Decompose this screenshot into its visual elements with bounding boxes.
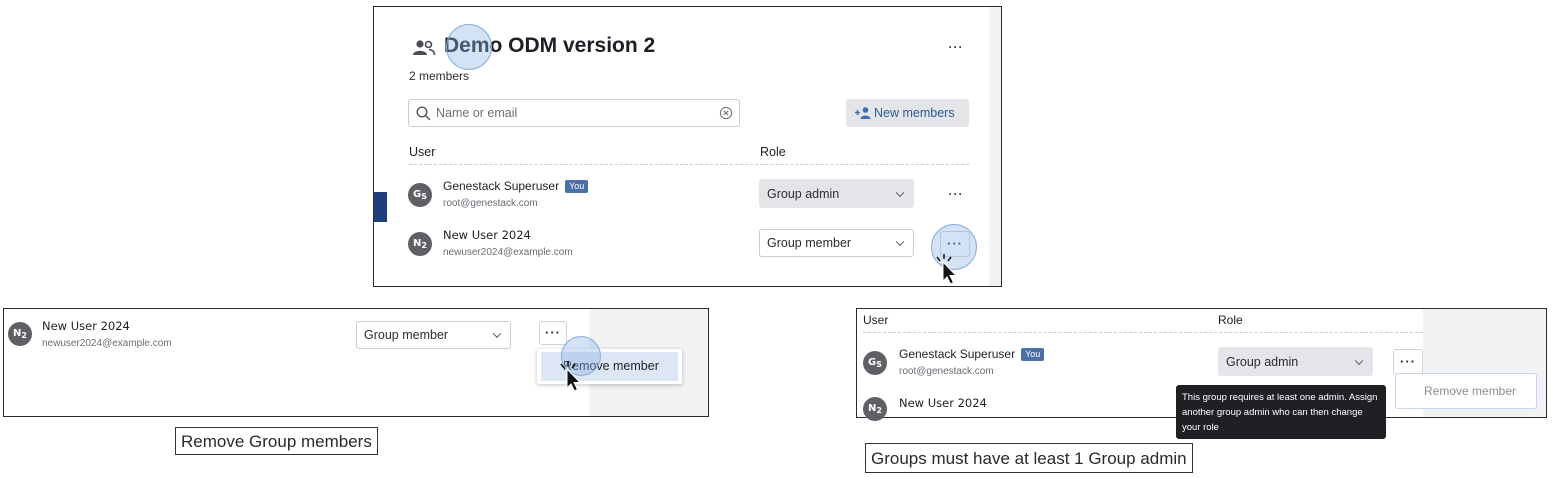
chevron-down-icon	[492, 329, 502, 339]
chevron-down-icon	[895, 188, 905, 197]
sidebar-accent	[374, 192, 387, 222]
avatar: N2	[8, 322, 32, 346]
column-header-user: User	[409, 145, 436, 159]
add-user-icon	[854, 106, 872, 125]
role-select[interactable]: Group admin	[759, 179, 914, 208]
member-count: 2 members	[409, 69, 470, 83]
header-divider	[863, 332, 1423, 333]
remove-member-menu-item[interactable]: Remove member	[1395, 373, 1537, 409]
tooltip-text: This group requires at least one admin. …	[1182, 392, 1378, 433]
member-name: Genestack Superuser You	[443, 179, 589, 193]
panel-right-edge	[989, 7, 1001, 286]
group-more-button[interactable]: ···	[944, 40, 968, 54]
click-highlight	[446, 24, 492, 70]
search-placeholder: Name or email	[436, 106, 518, 120]
admin-required-panel: User Role GS Genestack Superuser You root…	[856, 308, 1547, 439]
member-name: New User 2024	[42, 319, 130, 333]
role-select[interactable]: Group member	[356, 321, 511, 349]
search-input[interactable]: Name or email	[408, 99, 740, 127]
remove-member-panel: N2 New User 2024 newuser2024@example.com…	[3, 308, 709, 417]
column-header-user: User	[863, 313, 889, 327]
avatar: GS	[408, 183, 432, 207]
member-name: New User 2024	[443, 228, 531, 242]
member-name: Genestack Superuser You	[899, 347, 1045, 361]
member-email: newuser2024@example.com	[443, 247, 573, 258]
column-header-role: Role	[1218, 313, 1243, 327]
remove-member-label: Remove member	[1424, 384, 1517, 398]
caption-admin-required: Groups must have at least 1 Group admin	[865, 443, 1193, 473]
row-more-button[interactable]: ···	[539, 321, 567, 345]
search-icon	[416, 106, 431, 126]
chevron-down-icon	[1354, 356, 1364, 365]
people-icon	[412, 39, 436, 62]
avatar: GS	[863, 351, 887, 375]
header-divider	[409, 164, 969, 165]
avatar: N2	[863, 397, 887, 421]
caption-remove-members: Remove Group members	[175, 427, 378, 455]
member-email: root@genestack.com	[443, 198, 538, 209]
role-select[interactable]: Group admin	[1218, 347, 1373, 376]
column-header-role: Role	[760, 145, 786, 159]
new-members-label: New members	[874, 106, 955, 120]
member-email: root@genestack.com	[899, 366, 994, 377]
new-members-button[interactable]: New members	[846, 99, 969, 127]
clear-circle-icon[interactable]	[719, 106, 733, 125]
role-select[interactable]: Group member	[759, 229, 914, 257]
chevron-down-icon	[895, 237, 905, 247]
row-more-button[interactable]: ···	[1393, 349, 1423, 375]
mouse-pointer-icon	[935, 254, 959, 286]
mouse-pointer-icon	[559, 361, 583, 400]
admin-required-tooltip: This group requires at least one admin. …	[1176, 385, 1386, 439]
row-more-button[interactable]: ···	[944, 187, 968, 201]
avatar: N2	[408, 232, 432, 256]
member-name: New User 2024	[899, 396, 987, 410]
you-badge: You	[565, 180, 589, 193]
group-members-panel: Demo ODM version 2 ··· 2 members Name or…	[373, 6, 1002, 287]
you-badge: You	[1021, 348, 1045, 361]
member-email: newuser2024@example.com	[42, 338, 172, 349]
